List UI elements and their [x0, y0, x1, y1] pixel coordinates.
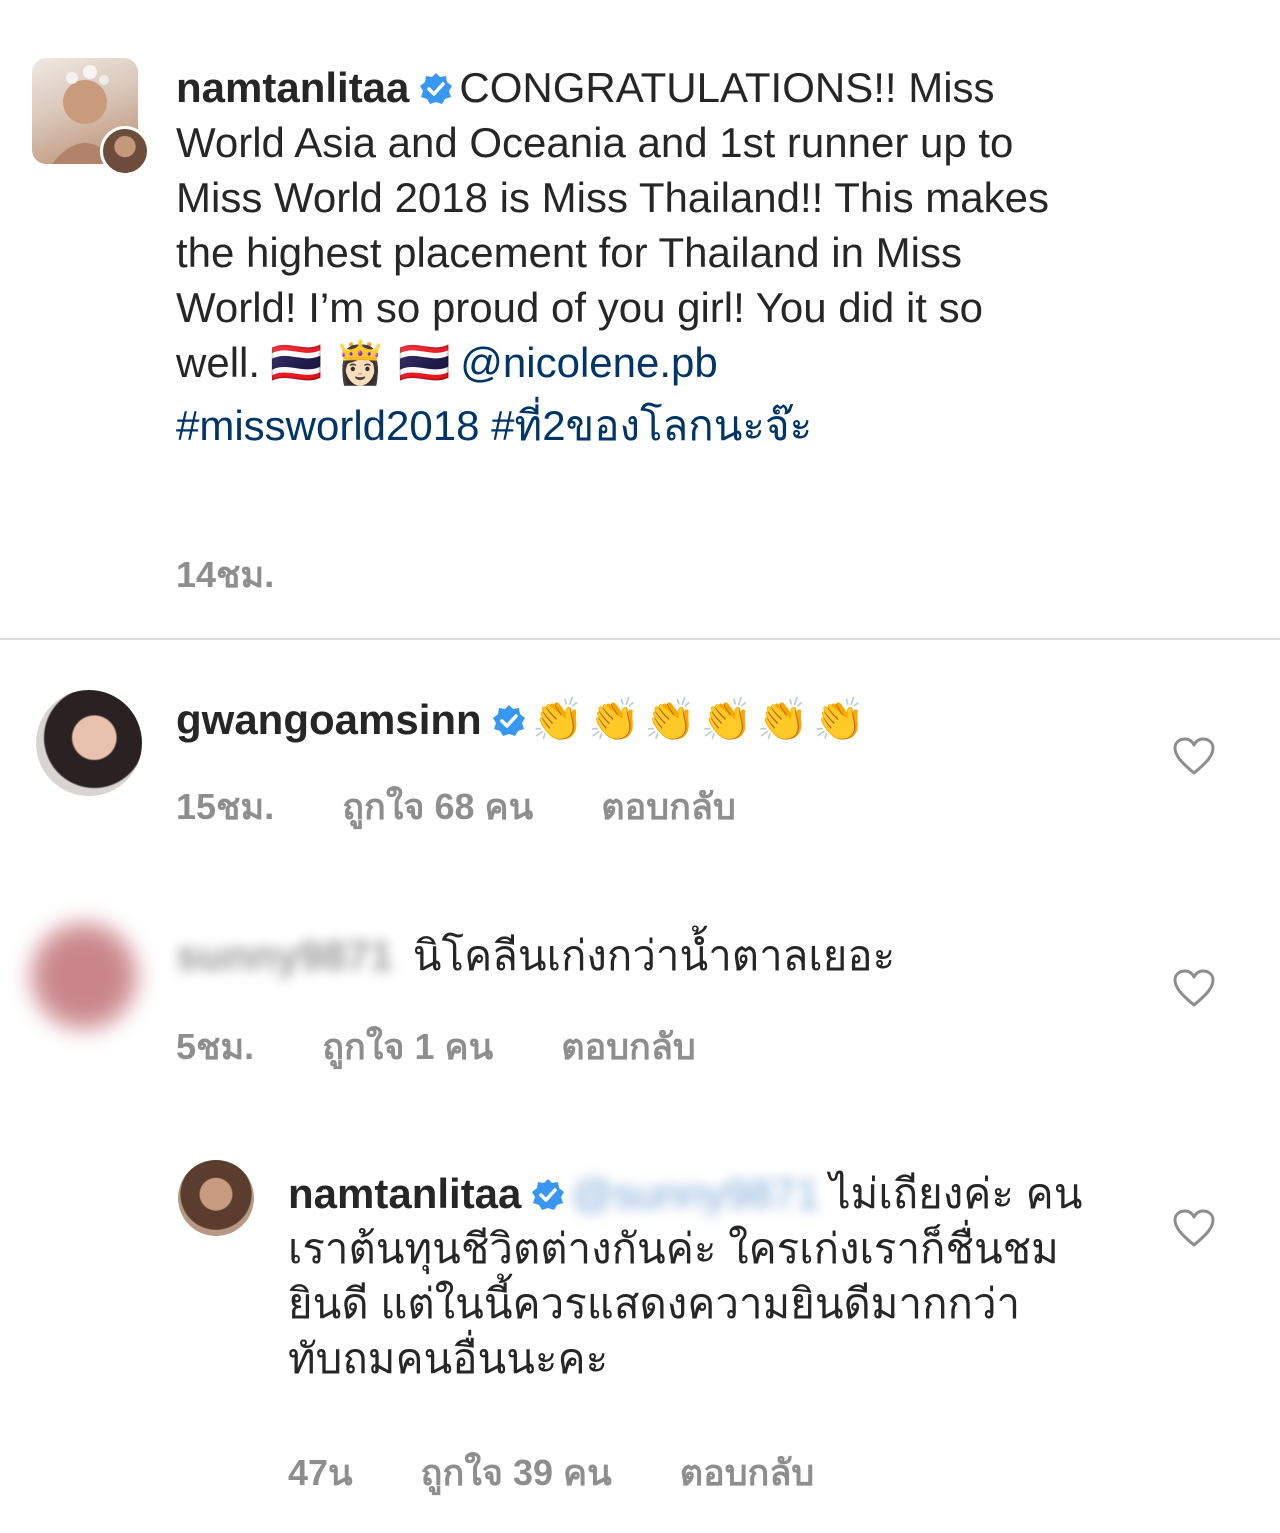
comment-likes[interactable]: ถูกใจ 68 คน — [342, 786, 533, 827]
comment-body: sunny9871 นิโคลีนเก่งกว่าน้ำตาลเยอะ — [176, 928, 1136, 983]
reply-time: 47น — [288, 1452, 353, 1493]
verified-icon — [419, 64, 453, 104]
reply-username[interactable]: namtanlitaa — [288, 1170, 521, 1217]
reply-mention[interactable]: @sunny9871 — [571, 1170, 819, 1217]
comment-text: 👏👏👏👏👏👏 — [531, 696, 870, 743]
reply-reply-button[interactable]: ตอบกลับ — [680, 1452, 815, 1493]
verified-icon — [492, 696, 526, 736]
comment-likes[interactable]: ถูกใจ 1 คน — [322, 1026, 493, 1067]
verified-icon — [531, 1170, 565, 1210]
comment-body: gwangoamsinn 👏👏👏👏👏👏 — [176, 692, 1076, 747]
reply-likes[interactable]: ถูกใจ 39 คน — [421, 1452, 612, 1493]
like-heart-icon[interactable] — [1172, 736, 1216, 776]
caption-body: namtanlitaa CONGRATULATIONS!! Miss World … — [176, 60, 1056, 453]
comment-text: นิโคลีนเก่งกว่าน้ำตาลเยอะ — [412, 932, 896, 979]
comment-avatar[interactable] — [36, 690, 142, 796]
like-heart-icon[interactable] — [1172, 968, 1216, 1008]
comment-reply-button[interactable]: ตอบกลับ — [561, 1026, 696, 1067]
caption-hashtags[interactable]: #missworld2018 #ที่2ของโลกนะจ๊ะ — [176, 398, 1056, 453]
caption-username[interactable]: namtanlitaa — [176, 64, 409, 111]
caption-avatar-badge — [100, 126, 150, 176]
comment-reply-button[interactable]: ตอบกลับ — [601, 786, 736, 827]
comment-username[interactable]: gwangoamsinn — [176, 696, 482, 743]
like-heart-icon[interactable] — [1172, 1208, 1216, 1248]
comment-time: 15ชม. — [176, 786, 275, 827]
caption-mention[interactable]: @nicolene.pb — [460, 339, 717, 386]
comment-meta: 15ชม. ถูกใจ 68 คน ตอบกลับ — [176, 778, 736, 835]
caption-text: CONGRATULATIONS!! Miss World Asia and Oc… — [176, 64, 1049, 386]
caption-emojis: 🇹🇭 👸🏻 🇹🇭 — [270, 339, 451, 386]
reply-body: namtanlitaa @sunny9871 ไม่เถียงค่ะ คนเราต้… — [288, 1166, 1118, 1386]
comment-meta: 5ชม. ถูกใจ 1 คน ตอบกลับ — [176, 1018, 696, 1075]
comment-avatar[interactable] — [28, 920, 140, 1032]
comment-username[interactable]: sunny9871 — [176, 932, 393, 979]
comment-time: 5ชม. — [176, 1026, 255, 1067]
reply-meta: 47น ถูกใจ 39 คน ตอบกลับ — [288, 1444, 814, 1501]
reply-avatar[interactable] — [178, 1160, 254, 1236]
caption-time: 14ชม. — [176, 554, 275, 595]
divider — [0, 638, 1280, 640]
